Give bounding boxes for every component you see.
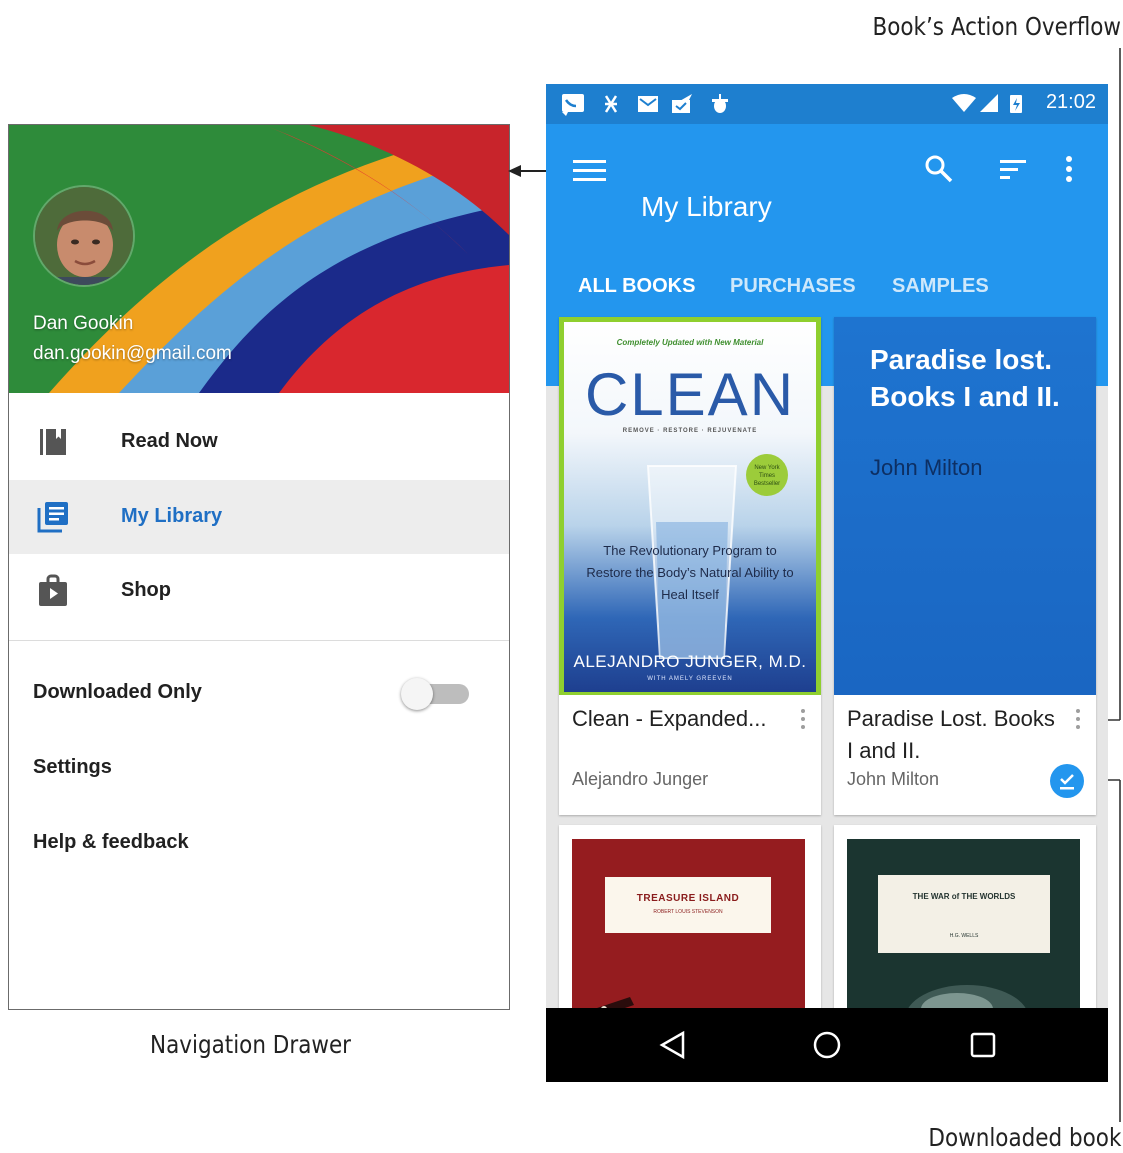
cover-title: TREASURE ISLAND [636, 893, 740, 904]
callout-navigation-drawer: Navigation Drawer [150, 1030, 352, 1059]
cover-author: H.G. WELLS [949, 933, 979, 939]
cover-author: John Milton [870, 455, 983, 480]
phone-screen: 21:02 My Library ALL BOOKS PURCHASES SAM… [546, 84, 1108, 1082]
cover-title: Paradise lost. Books I and II. [870, 344, 1060, 412]
search-icon[interactable] [924, 154, 954, 184]
book-overflow-button[interactable] [1068, 705, 1088, 735]
avatar[interactable] [33, 185, 135, 287]
cover-author: ROBERT LOUIS STEVENSON [653, 909, 723, 915]
user-name: Dan Gookin [33, 313, 134, 334]
callout-downloaded-book: Downloaded book [928, 1123, 1121, 1152]
hamburger-menu-icon[interactable] [573, 156, 607, 184]
download-check-icon [1060, 774, 1074, 790]
book-author: Alejandro Junger [572, 769, 709, 789]
cover-blurb: The Revolutionary Program to Restore the… [586, 543, 794, 602]
tab-purchases[interactable]: PURCHASES [730, 275, 856, 298]
back-icon[interactable] [659, 1030, 687, 1060]
callout-action-overflow: Book’s Action Overflow [872, 12, 1121, 41]
help-feedback-item[interactable]: Help & feedback [33, 831, 189, 854]
page-title: My Library [641, 191, 772, 222]
user-email: dan.gookin@gmail.com [33, 343, 232, 364]
book-cover[interactable]: Paradise lost. Books I and II. John Milt… [834, 317, 1096, 695]
notification-icons [562, 94, 728, 116]
cover-author: ALEJANDRO JUNGER, M.D. [573, 652, 807, 671]
tab-all-books[interactable]: ALL BOOKS [578, 275, 695, 298]
signal-wifi-battery-icons [952, 94, 1022, 113]
book-overflow-button[interactable] [793, 705, 813, 735]
library-icon [37, 502, 68, 533]
settings-item[interactable]: Settings [33, 756, 112, 779]
cover-title: THE WAR of THE WORLDS [912, 892, 1016, 901]
book-author: John Milton [847, 769, 940, 789]
sort-icon[interactable] [998, 156, 1028, 184]
downloaded-only-toggle[interactable] [401, 678, 471, 710]
divider [9, 640, 509, 641]
system-navigation-bar [546, 1008, 1108, 1082]
drawer-item-read-now[interactable]: Read Now [9, 405, 509, 479]
drawer-item-my-library[interactable]: My Library [9, 480, 509, 554]
book-title: Clean - Expanded... [572, 706, 767, 731]
downloaded-only-label: Downloaded Only [33, 681, 202, 703]
more-options-icon[interactable] [1062, 154, 1076, 186]
home-icon[interactable] [812, 1030, 842, 1060]
book-card-paradise-lost[interactable]: Paradise lost. Books I and II. John Milt… [834, 317, 1096, 815]
drawer-item-label: My Library [121, 505, 223, 527]
book-card-clean[interactable]: Completely Updated with New Material CLE… [559, 317, 821, 815]
shop-icon [39, 574, 67, 606]
downloaded-badge [1050, 764, 1084, 798]
book-title: Paradise Lost. Books I and II. [847, 706, 1055, 763]
bestseller-badge: New York Times Bestseller [746, 454, 788, 496]
cover-coauthor: WITH AMELY GREEVEN [647, 676, 733, 682]
read-now-icon [40, 429, 66, 455]
status-bar: 21:02 [546, 84, 1108, 124]
recents-icon[interactable] [970, 1032, 996, 1058]
navigation-drawer: Dan Gookin dan.gookin@gmail.com Read Now… [8, 124, 510, 1010]
status-time: 21:02 [1045, 91, 1096, 113]
cover-subtitle: REMOVE · RESTORE · REJUVENATE [622, 428, 758, 434]
drawer-header: Dan Gookin dan.gookin@gmail.com [9, 125, 509, 393]
book-cover[interactable]: Completely Updated with New Material CLE… [559, 317, 821, 695]
cover-title: CLEAN [584, 361, 796, 428]
drawer-item-label: Read Now [121, 430, 218, 452]
drawer-item-shop[interactable]: Shop [9, 554, 509, 628]
cover-top-line: Completely Updated with New Material [616, 338, 764, 347]
tab-samples[interactable]: SAMPLES [892, 275, 989, 298]
drawer-item-label: Shop [121, 579, 171, 601]
